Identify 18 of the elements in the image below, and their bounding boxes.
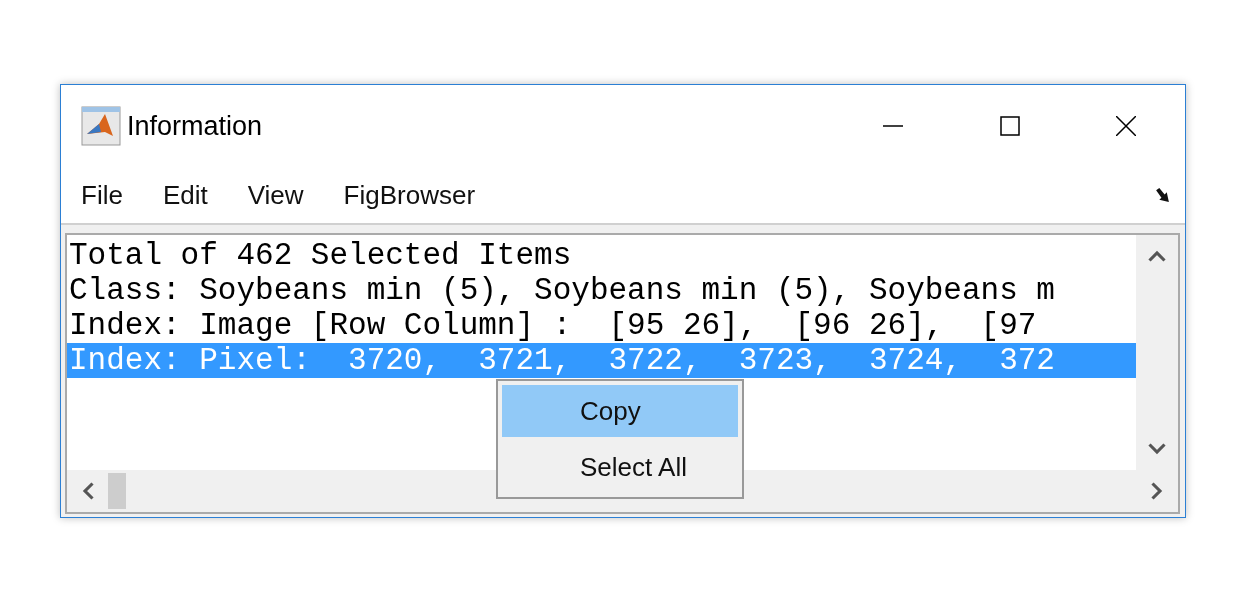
text-line: Index: Image [Row Column] : [95 26], [96 26], [97 [68, 308, 1038, 343]
scroll-up-icon[interactable] [1147, 249, 1167, 262]
text-line: Total of 462 Selected Items [68, 238, 573, 273]
text-line: Class: Soybeans min (5), Soybeans min (5), Soybeans m [68, 273, 1056, 308]
app-icon [81, 106, 121, 146]
menu-item[interactable]: File [81, 179, 123, 211]
menu-option[interactable]: Copy [502, 385, 738, 437]
menu-item[interactable]: View [247, 179, 304, 211]
scroll-right-icon[interactable] [1151, 481, 1164, 501]
dock-arrow-icon[interactable] [1154, 186, 1171, 204]
window-title: Information [127, 110, 263, 142]
scrollbar-thumb[interactable] [108, 473, 126, 509]
maximize-icon[interactable] [1000, 116, 1020, 136]
menu-item[interactable]: Edit [162, 179, 208, 211]
scroll-left-icon[interactable] [81, 481, 94, 501]
close-icon[interactable] [1116, 116, 1136, 136]
menu-item[interactable]: FigBrowser [343, 179, 476, 211]
scroll-down-icon[interactable] [1147, 443, 1167, 456]
